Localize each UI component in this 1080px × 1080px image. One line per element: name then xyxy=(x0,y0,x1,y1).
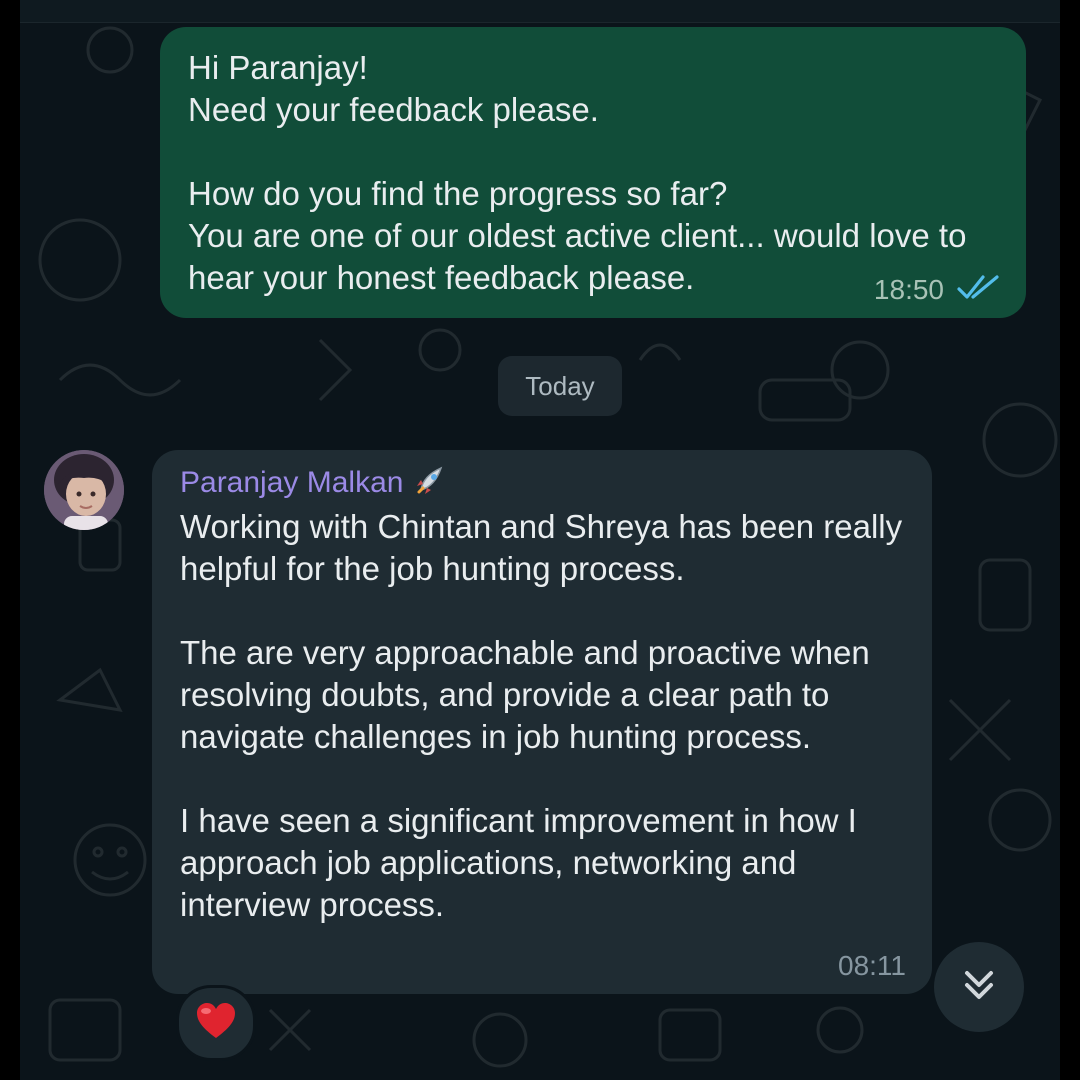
scroll-to-bottom-button[interactable] xyxy=(934,942,1024,1032)
outgoing-message-time: 18:50 xyxy=(873,274,944,305)
date-separator: Today xyxy=(498,356,622,416)
incoming-message-time: 08:11 xyxy=(838,950,906,981)
outgoing-message-text: Hi Paranjay! Need your feedback please. … xyxy=(188,49,967,296)
red-heart-icon xyxy=(195,1002,237,1045)
incoming-message-bubble[interactable]: Paranjay Malkan Working with Chintan and… xyxy=(152,450,932,994)
top-divider xyxy=(20,0,1060,23)
rocket-icon xyxy=(413,464,447,503)
sender-name[interactable]: Paranjay Malkan xyxy=(180,466,403,500)
sender-header: Paranjay Malkan xyxy=(180,462,906,504)
outgoing-message-meta: 18:50 xyxy=(874,274,1000,306)
incoming-message-text: Working with Chintan and Shreya has been… xyxy=(180,508,903,923)
message-reaction[interactable] xyxy=(176,985,256,1061)
double-chevron-down-icon xyxy=(959,965,999,1010)
double-check-read-icon xyxy=(956,274,1000,306)
chat-window: Hi Paranjay! Need your feedback please. … xyxy=(20,0,1060,1080)
outgoing-message-bubble[interactable]: Hi Paranjay! Need your feedback please. … xyxy=(160,27,1026,318)
avatar[interactable] xyxy=(44,450,124,530)
